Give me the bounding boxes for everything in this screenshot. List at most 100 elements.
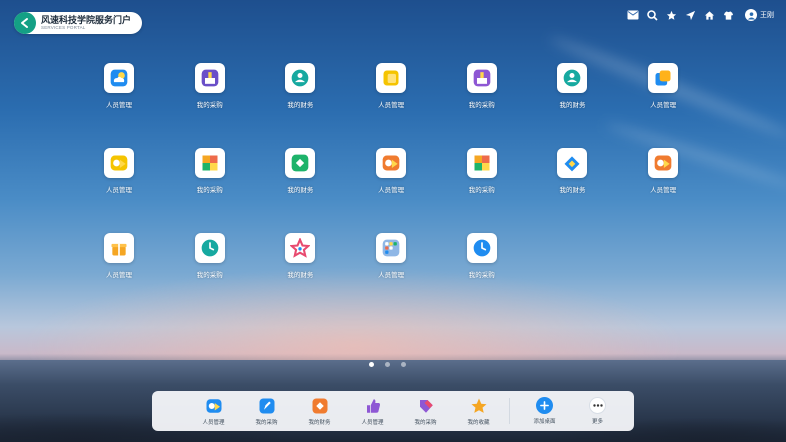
dock-item[interactable]: 人员管理 [346,397,399,426]
app-tile[interactable]: 我的采购 [457,233,507,318]
app-tile[interactable]: 人员管理 [638,148,688,233]
app-label: 我的采购 [196,187,223,194]
app-tile[interactable]: 我的财务 [275,148,325,233]
note-icon [376,63,407,93]
chevron-tile-icon [557,148,588,178]
app-label: 人员管理 [378,272,405,279]
page-indicator [369,362,406,367]
gamepad-icon [205,397,223,415]
more-label: 更多 [591,419,603,425]
dock-item-label: 我的采购 [414,419,437,426]
app-tile[interactable]: 我的采购 [185,233,235,318]
app-label: 人员管理 [106,187,132,194]
desktop-app-grid: 人员管理 我的采购 我的财务 人员管理 我的采购 我的财务 人员管理 人员管理 我的采购 我的财务… [94,63,694,318]
tag-icon [417,397,435,415]
person-icon [285,63,316,93]
portal-subtitle: SERVICES PORTAL [41,24,86,30]
app-tile[interactable]: 人员管理 [366,63,416,148]
dock-item[interactable]: 我的采购 [240,397,293,426]
brush-icon [466,63,497,93]
add-desktop-label: 添加桌面 [533,419,556,425]
app-label: 人员管理 [106,272,132,279]
star-outline-icon [285,233,316,263]
dock-item-label: 人员管理 [202,419,225,426]
star-icon[interactable] [665,9,677,21]
thumbs-up-icon [364,397,382,415]
portal-logo[interactable]: 风速科技学院服务门户 SERVICES PORTAL [14,12,142,34]
app-tile[interactable]: 我的财务 [275,233,325,318]
gift-icon [104,233,134,263]
app-tile[interactable]: 人员管理 [94,148,144,233]
app-label: 我的财务 [287,102,314,109]
app-label: 人员管理 [106,102,132,109]
app-label: 人员管理 [378,102,405,109]
dock-item[interactable]: 我的收藏 [452,397,505,426]
blocks-icon [194,148,225,178]
layers-icon [648,63,679,93]
cloud-sun-icon [104,63,134,93]
app-tile[interactable]: 人员管理 [366,148,416,233]
app-label: 我的采购 [468,187,495,194]
add-desktop-button[interactable]: 添加桌面 [518,397,571,425]
dock-item[interactable]: 人员管理 [187,397,240,426]
app-tile[interactable]: 我的财务 [547,148,597,233]
clock-icon [466,233,497,263]
dock-item[interactable]: 我的采购 [399,397,452,426]
dock-item-label: 人员管理 [361,419,384,426]
app-label: 人员管理 [378,187,405,194]
diamond-icon [285,148,316,178]
gamepad-icon [104,148,134,178]
app-tile[interactable]: 我的财务 [275,63,325,148]
more-button[interactable]: 更多 [571,397,624,425]
blocks-icon [466,148,497,178]
top-toolbar: 王刚 [627,9,774,21]
user-name: 王刚 [760,12,774,19]
app-label: 我的采购 [468,102,495,109]
mail-icon[interactable] [627,9,639,21]
shirt-icon[interactable] [722,9,734,21]
dock-bar: 人员管理 我的采购 我的财务 人员管理 我的采购 我的收藏 添加桌面 更多 [152,391,634,431]
dock-item-label: 我的收藏 [467,419,490,426]
star-icon [470,397,488,415]
app-label: 我的财务 [559,187,586,194]
search-icon[interactable] [646,9,658,21]
app-tile[interactable]: 人员管理 [94,63,144,148]
app-tile[interactable]: 我的采购 [185,148,235,233]
dock-divider [509,398,510,424]
avatar [745,9,757,21]
app-label: 人员管理 [650,102,677,109]
brush-icon [194,63,225,93]
dock-item[interactable]: 我的财务 [293,397,346,426]
user-menu[interactable]: 王刚 [745,9,774,21]
app-label: 我的财务 [287,187,314,194]
page-dot[interactable] [401,362,406,367]
folder-icon [376,233,407,263]
app-tile[interactable]: 人员管理 [638,63,688,148]
gamepad-icon [376,148,407,178]
home-icon[interactable] [703,9,715,21]
app-tile[interactable]: 我的财务 [547,63,597,148]
app-label: 我的财务 [287,272,314,279]
app-label: 我的财务 [559,102,586,109]
diamond-icon [311,397,329,415]
app-label: 我的采购 [196,272,223,279]
portal-title: 风速科技学院服务门户 [41,14,132,25]
dock-item-label: 我的财务 [308,419,331,426]
app-tile[interactable]: 人员管理 [366,233,416,318]
app-tile[interactable]: 人员管理 [94,233,144,318]
page-dot[interactable] [369,362,374,367]
app-label: 我的采购 [468,272,495,279]
person-icon [557,63,588,93]
gamepad-icon [648,148,679,178]
app-tile[interactable]: 我的采购 [185,63,235,148]
app-tile[interactable]: 我的采购 [457,63,507,148]
send-icon[interactable] [684,9,696,21]
dock-item-label: 我的采购 [255,419,278,426]
page-dot[interactable] [385,362,390,367]
app-tile[interactable]: 我的采购 [457,148,507,233]
pen-icon [258,397,276,415]
app-label: 人员管理 [650,187,677,194]
clock-icon [194,233,225,263]
more-dots-icon [589,397,606,414]
plus-icon [536,397,553,414]
